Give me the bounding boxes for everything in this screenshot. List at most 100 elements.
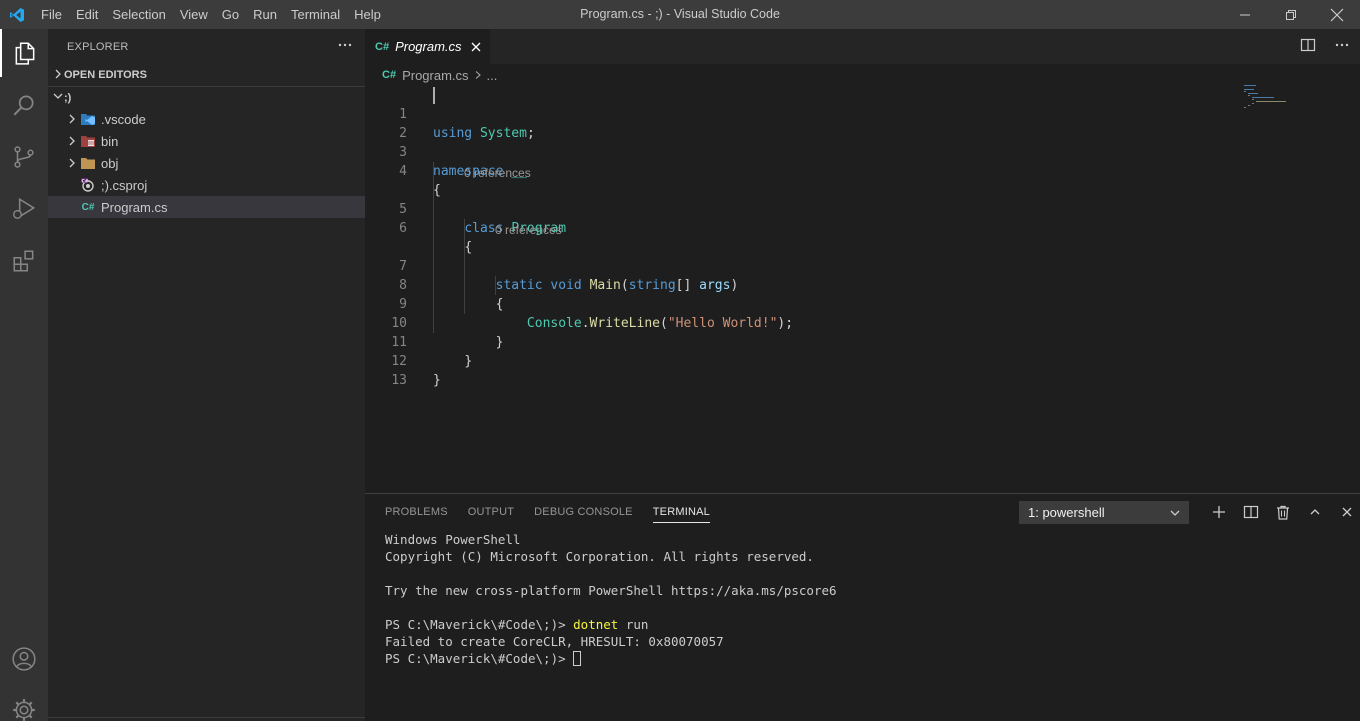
chevron-down-icon bbox=[1169, 502, 1181, 523]
sidebar-divider bbox=[48, 717, 365, 718]
tab-debug-console[interactable]: DEBUG CONSOLE bbox=[534, 494, 633, 530]
terminal-output[interactable]: Windows PowerShell Copyright (C) Microso… bbox=[385, 531, 837, 667]
terminal-error-line: Failed to create CoreCLR, HRESULT: 0x800… bbox=[385, 634, 724, 649]
terminal-line: PS C:\Maverick\#Code\;)> dotnet run bbox=[385, 616, 837, 633]
explorer-activity-button[interactable] bbox=[0, 29, 48, 77]
code-line: 4 { bbox=[399, 164, 441, 198]
close-icon bbox=[1330, 8, 1344, 21]
explorer-more-actions-button[interactable] bbox=[337, 37, 353, 56]
code-line: 5 class Program bbox=[399, 202, 567, 236]
source-control-activity-button[interactable] bbox=[0, 133, 48, 181]
workspace-folder-section[interactable]: ;) bbox=[48, 86, 365, 108]
kill-terminal-button[interactable] bbox=[1267, 494, 1299, 530]
tree-item-label: .vscode bbox=[101, 111, 146, 127]
tree-item-label: ;).csproj bbox=[101, 177, 148, 193]
tree-item-vscode[interactable]: .vscode bbox=[48, 108, 365, 130]
split-terminal-icon bbox=[1243, 505, 1259, 519]
codelens-references[interactable]: 0 references bbox=[365, 219, 1360, 238]
menu-go[interactable]: Go bbox=[215, 0, 246, 29]
terminal-command-args: run bbox=[618, 617, 649, 632]
menu-selection[interactable]: Selection bbox=[105, 0, 172, 29]
chevron-right-icon bbox=[64, 157, 80, 169]
menu-file[interactable]: File bbox=[34, 0, 69, 29]
close-icon bbox=[1342, 507, 1352, 517]
terminal-line: Try the new cross-platform PowerShell ht… bbox=[385, 583, 837, 598]
menu-run[interactable]: Run bbox=[246, 0, 284, 29]
terminal-select[interactable]: 1: powershell bbox=[1019, 501, 1189, 524]
codelens-references[interactable]: 0 references bbox=[365, 162, 1360, 181]
tab-close-button[interactable] bbox=[470, 41, 482, 53]
workspace-folder-label: ;) bbox=[64, 91, 72, 104]
maximize-panel-button[interactable] bbox=[1299, 494, 1331, 530]
minimize-icon bbox=[1240, 14, 1250, 15]
code-line: 3 namespace __ bbox=[399, 145, 527, 179]
vscode-folder-icon bbox=[80, 111, 96, 127]
extensions-activity-button[interactable] bbox=[0, 237, 48, 285]
bin-folder-icon bbox=[80, 133, 96, 149]
search-icon bbox=[13, 95, 34, 116]
explorer-title: EXPLORER bbox=[67, 40, 129, 53]
account-icon bbox=[12, 647, 36, 671]
tree-item-bin[interactable]: bin bbox=[48, 130, 365, 152]
tree-item-label: obj bbox=[101, 155, 119, 171]
tab-terminal[interactable]: TERMINAL bbox=[652, 501, 710, 523]
open-editors-label: OPEN EDITORS bbox=[64, 69, 147, 81]
editor-more-actions-button[interactable] bbox=[1334, 37, 1350, 56]
menu-help[interactable]: Help bbox=[347, 0, 388, 29]
code-line: 1 using System; bbox=[365, 86, 1360, 141]
breadcrumb-symbol[interactable]: ... bbox=[487, 68, 498, 83]
tree-item-obj[interactable]: obj bbox=[48, 152, 365, 174]
close-window-button[interactable] bbox=[1314, 0, 1360, 29]
csharp-file-icon: C# bbox=[81, 201, 95, 213]
vscode-logo-icon bbox=[0, 0, 34, 29]
source-control-icon bbox=[14, 146, 34, 168]
menu-edit[interactable]: Edit bbox=[69, 0, 105, 29]
explorer-sidebar: EXPLORER OPEN EDITORS ;) .vscode bin obj… bbox=[48, 29, 365, 721]
code-line: 7 static void Main(string[] args) bbox=[399, 259, 739, 293]
terminal-cursor bbox=[573, 651, 582, 666]
tab-output[interactable]: OUTPUT bbox=[468, 494, 514, 530]
split-terminal-button[interactable] bbox=[1235, 494, 1267, 530]
folder-icon bbox=[80, 155, 96, 171]
split-editor-icon bbox=[1300, 38, 1316, 52]
terminal-line: PS C:\Maverick\#Code\;)> bbox=[385, 650, 837, 667]
gear-icon bbox=[13, 699, 35, 721]
terminal-select-value: 1: powershell bbox=[1028, 505, 1105, 520]
title-bar: File Edit Selection View Go Run Terminal… bbox=[0, 0, 1360, 29]
search-activity-button[interactable] bbox=[0, 81, 48, 129]
code-line: 11 } bbox=[391, 335, 473, 369]
new-terminal-button[interactable] bbox=[1203, 494, 1235, 530]
close-panel-button[interactable] bbox=[1331, 494, 1360, 530]
editor-area: C# Program.cs C# Program.cs ... 1 using … bbox=[365, 29, 1360, 493]
restore-button[interactable] bbox=[1268, 0, 1314, 29]
code-editor[interactable]: 1 using System; 2 3 namespace __ 4 { 0 r… bbox=[365, 86, 1360, 388]
manage-activity-button[interactable] bbox=[0, 687, 48, 721]
terminal-line: Windows PowerShell bbox=[385, 532, 521, 547]
open-editors-section[interactable]: OPEN EDITORS bbox=[48, 64, 365, 86]
minimize-button[interactable] bbox=[1222, 0, 1268, 29]
split-editor-button[interactable] bbox=[1300, 37, 1316, 56]
menu-terminal[interactable]: Terminal bbox=[284, 0, 347, 29]
tree-item-csproj[interactable]: C# ;).csproj bbox=[48, 174, 365, 196]
tree-item-program-cs[interactable]: C# Program.cs bbox=[48, 196, 365, 218]
breadcrumb-file[interactable]: Program.cs bbox=[402, 68, 468, 83]
tab-program-cs[interactable]: C# Program.cs bbox=[365, 29, 490, 64]
tab-label: Program.cs bbox=[395, 39, 462, 54]
menu-view[interactable]: View bbox=[173, 0, 215, 29]
chevron-right-icon bbox=[64, 113, 80, 125]
accounts-activity-button[interactable] bbox=[0, 635, 48, 683]
menu-bar: File Edit Selection View Go Run Terminal… bbox=[34, 0, 388, 29]
close-icon bbox=[471, 42, 480, 51]
text-cursor bbox=[433, 87, 435, 104]
code-line: 10 } bbox=[391, 316, 504, 350]
terminal-prompt: PS C:\Maverick\#Code\;)> bbox=[385, 617, 574, 632]
restore-icon bbox=[1286, 9, 1296, 20]
code-line: 6 { bbox=[399, 221, 473, 255]
trash-icon bbox=[1277, 505, 1289, 520]
tab-problems[interactable]: PROBLEMS bbox=[385, 494, 448, 530]
run-debug-activity-button[interactable] bbox=[0, 185, 48, 233]
code-line: 13 bbox=[391, 373, 407, 388]
csharp-file-icon: C# bbox=[382, 69, 397, 81]
chevron-right-icon bbox=[52, 68, 64, 83]
